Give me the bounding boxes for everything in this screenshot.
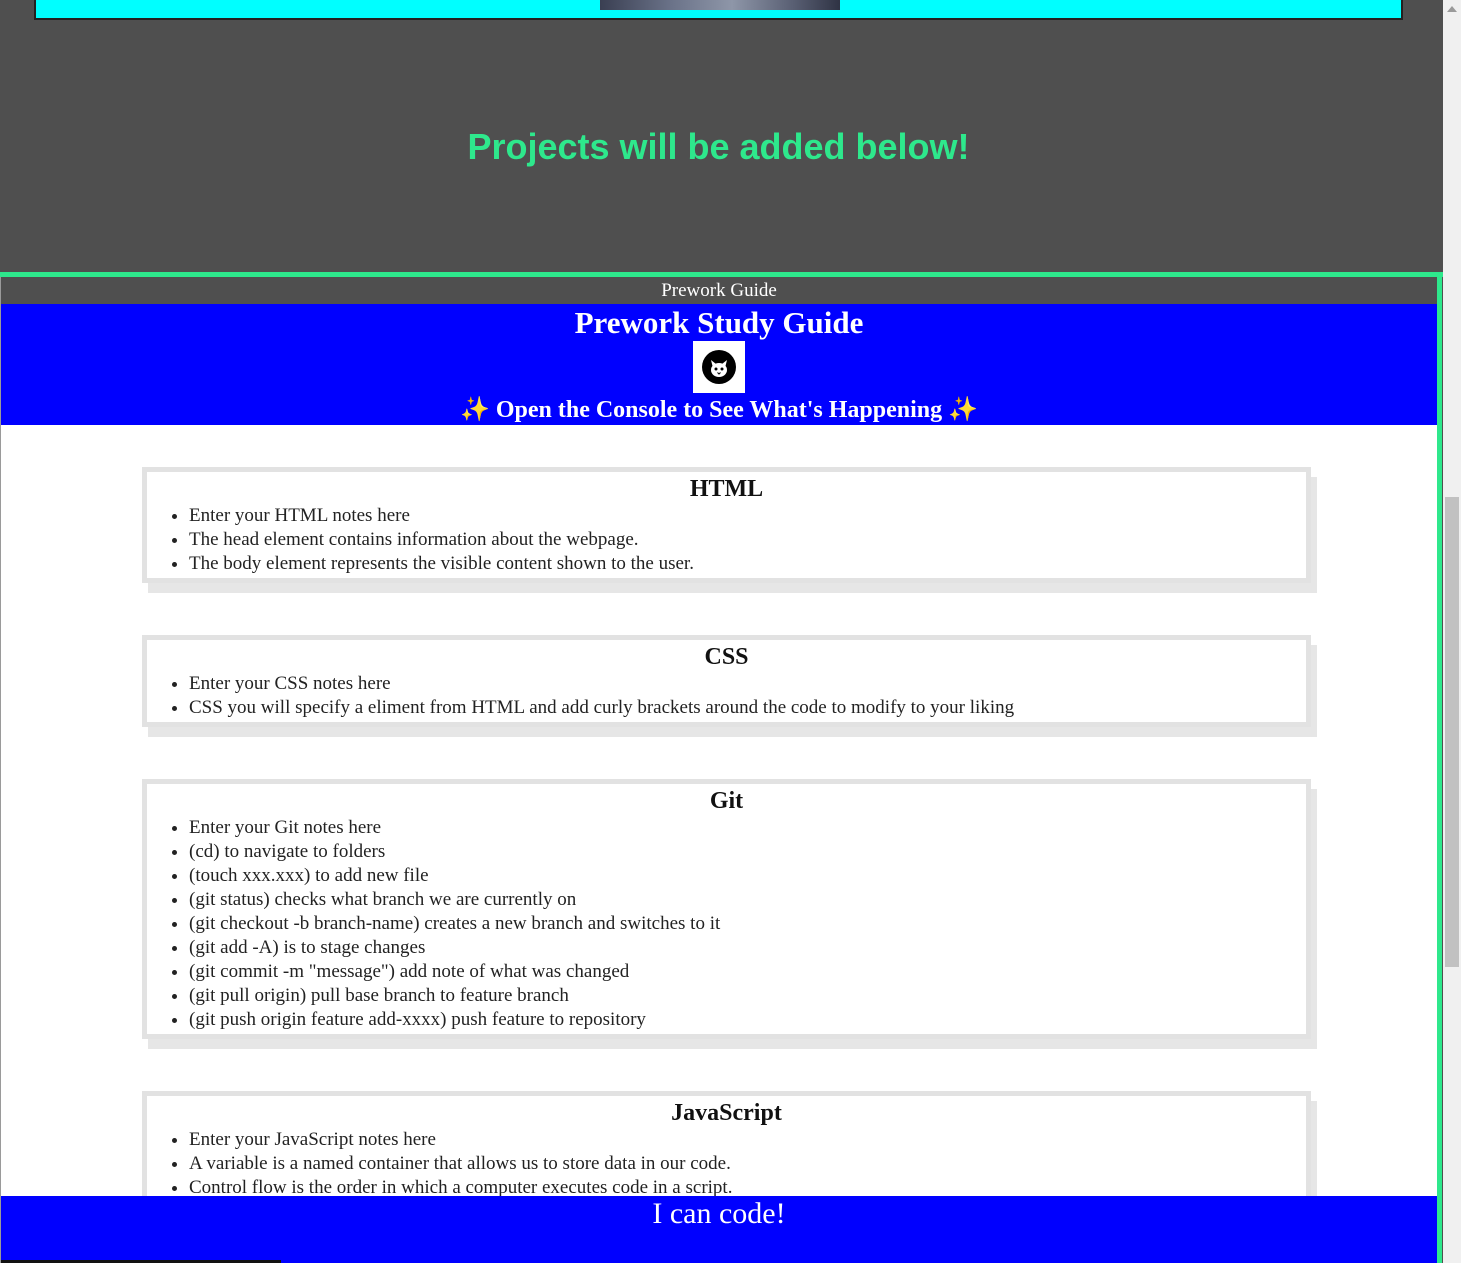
guide-subtitle: ✨ Open the Console to See What's Happeni… — [1, 393, 1437, 427]
list-item: Enter your HTML notes here — [189, 504, 1306, 528]
cat-icon — [693, 341, 745, 393]
list-item: Enter your JavaScript notes here — [189, 1128, 1306, 1152]
card-css: CSS Enter your CSS notes here CSS you wi… — [142, 635, 1311, 727]
list-item: (git add -A) is to stage changes — [189, 936, 1306, 960]
top-banner — [34, 0, 1403, 20]
card-title: JavaScript — [671, 1100, 782, 1126]
list-item: (touch xxx.xxx) to add new file — [189, 864, 1306, 888]
projects-heading: Projects will be added below! — [467, 126, 970, 167]
scrollbar-thumb[interactable] — [1445, 497, 1459, 967]
portfolio-page: Projects will be added below! Prework Gu… — [0, 0, 1443, 1263]
prework-guide-frame[interactable]: Prework Guide Prework Study Guide ✨ Open… — [0, 277, 1437, 1263]
guide-subtitle-text: Open the Console to See What's Happening — [495, 397, 943, 423]
card-title: HTML — [689, 476, 764, 502]
card-html: HTML Enter your HTML notes here The head… — [142, 467, 1311, 583]
guide-header: Prework Study Guide ✨ Open the Console t… — [1, 304, 1437, 425]
scroll-up-icon[interactable] — [1447, 6, 1457, 12]
vertical-scrollbar[interactable] — [1443, 0, 1461, 1263]
frame-border — [1437, 272, 1442, 1263]
card-title: CSS — [704, 644, 749, 670]
list-item: The body element represents the visible … — [189, 552, 1306, 576]
study-cards: HTML Enter your HTML notes here The head… — [1, 425, 1437, 1207]
list-item: (git pull origin) pull base branch to fe… — [189, 984, 1306, 1008]
card-list: Enter your Git notes here (cd) to naviga… — [147, 816, 1306, 1032]
sparkle-icon: ✨ — [948, 397, 979, 423]
guide-footer: I can code! — [1, 1196, 1437, 1263]
card-javascript: JavaScript Enter your JavaScript notes h… — [142, 1091, 1311, 1207]
list-item: The head element contains information ab… — [189, 528, 1306, 552]
list-item: (git checkout -b branch-name) creates a … — [189, 912, 1306, 936]
list-item: (cd) to navigate to folders — [189, 840, 1306, 864]
list-item: (git push origin feature add-xxxx) push … — [189, 1008, 1306, 1032]
list-item: (git commit -m "message") add note of wh… — [189, 960, 1306, 984]
card-title: Git — [709, 788, 744, 814]
list-item: Enter your Git notes here — [189, 816, 1306, 840]
card-list: Enter your CSS notes here CSS you will s… — [147, 672, 1306, 720]
card-git: Git Enter your Git notes here (cd) to na… — [142, 779, 1311, 1039]
card-list: Enter your HTML notes here The head elem… — [147, 504, 1306, 576]
list-item: Enter your CSS notes here — [189, 672, 1306, 696]
list-item: (git status) checks what branch we are c… — [189, 888, 1306, 912]
guide-title: Prework Study Guide — [574, 305, 864, 340]
sparkle-icon: ✨ — [459, 397, 490, 423]
list-item: CSS you will specify a eliment from HTML… — [189, 696, 1306, 720]
card-list: Enter your JavaScript notes here A varia… — [147, 1128, 1306, 1200]
profile-image — [600, 0, 840, 10]
list-item: A variable is a named container that all… — [189, 1152, 1306, 1176]
frame-caption: Prework Guide — [1, 277, 1437, 304]
